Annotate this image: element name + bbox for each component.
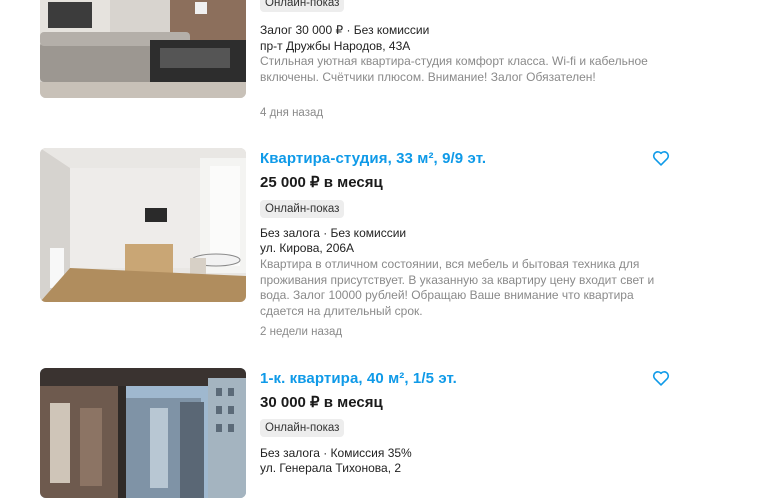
listing-card[interactable]: Онлайн-показ Залог 30 000 ₽ · Без комисс…	[0, 0, 770, 130]
heart-outline-icon	[652, 151, 670, 166]
online-viewing-badge: Онлайн-показ	[260, 200, 345, 218]
listing-description: Стильная уютная квартира-студия комфорт …	[260, 54, 648, 84]
favorite-button[interactable]	[652, 150, 670, 166]
deposit-commission-text: Без залога · Комиссия 35%	[260, 446, 412, 460]
listing-price: 25 000 ₽ в месяц	[260, 174, 383, 191]
address-text: ул. Кирова, 206А	[260, 241, 355, 255]
listing-card[interactable]: 1-к. квартира, 40 м², 1/5 эт. 30 000 ₽ в…	[0, 368, 770, 498]
address-text: пр-т Дружбы Народов, 43А	[260, 39, 411, 53]
online-viewing-badge: Онлайн-показ	[260, 0, 345, 12]
listing-photo-image	[40, 148, 246, 302]
listing-photo[interactable]	[40, 148, 246, 302]
listing-title-link[interactable]: Квартира-студия, 33 м², 9/9 эт.	[260, 150, 486, 167]
deposit-commission-text: Без залога · Без комиссии	[260, 226, 407, 240]
listing-photo-image	[40, 0, 246, 98]
listing-title-link[interactable]: 1-к. квартира, 40 м², 1/5 эт.	[260, 370, 457, 387]
listing-photo[interactable]	[40, 0, 246, 98]
listing-description: Квартира в отличном состоянии, вся мебел…	[260, 257, 655, 318]
deposit-commission-text: Залог 30 000 ₽ · Без комиссии	[260, 23, 430, 37]
listing-date: 2 недели назад	[260, 326, 343, 338]
listing-date: 4 дня назад	[260, 107, 324, 119]
listing-price: 30 000 ₽ в месяц	[260, 394, 383, 411]
address-text: ул. Генерала Тихонова, 2	[260, 461, 402, 475]
listing-photo[interactable]	[40, 368, 246, 498]
favorite-button[interactable]	[652, 370, 670, 386]
listing-card[interactable]: Квартира-студия, 33 м², 9/9 эт. 25 000 ₽…	[0, 148, 770, 348]
heart-outline-icon	[652, 371, 670, 386]
online-viewing-badge: Онлайн-показ	[260, 419, 345, 437]
listing-photo-image	[40, 368, 246, 498]
